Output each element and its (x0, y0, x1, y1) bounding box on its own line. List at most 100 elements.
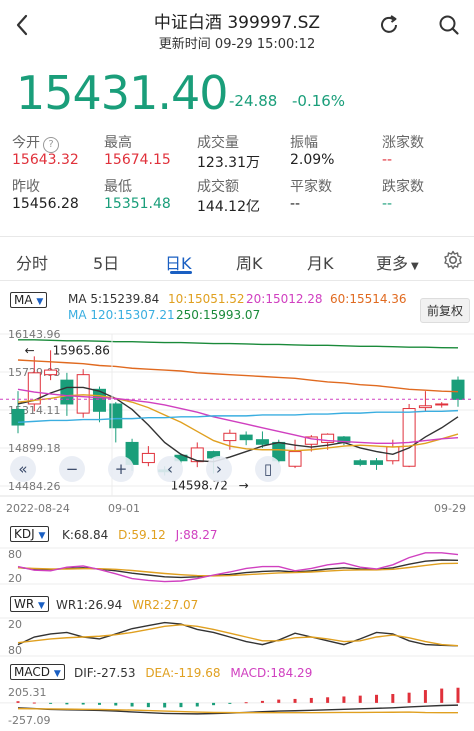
macd-bar (244, 702, 248, 704)
macd-bar (309, 697, 313, 703)
wr2-line (17, 624, 459, 647)
macd-selector-label: MACD (14, 665, 50, 679)
macd-bar (179, 702, 183, 708)
candle-body (418, 405, 432, 409)
wr-selector-label: WR (14, 597, 35, 611)
price-change: -24.88 (229, 92, 278, 110)
candle-body (141, 452, 155, 464)
macd-bar (130, 702, 134, 707)
kdj-k-value: K:68.84 (62, 528, 109, 542)
ma-legend-item: MA 5:15239.84 (68, 292, 160, 306)
candle-body (44, 369, 58, 376)
adjust-price-button[interactable]: 前复权 (420, 298, 471, 323)
stat-label: 平家数 (290, 176, 332, 196)
stat-label: 最低 (104, 176, 132, 196)
tab-monthly-k[interactable]: 月K (307, 250, 334, 274)
stat-value: -- (382, 196, 393, 212)
tab-5day[interactable]: 5日 (93, 250, 119, 274)
candle-body (451, 379, 465, 400)
macd-bar (228, 702, 232, 704)
current-price: 15431.40 (16, 66, 228, 120)
tab-weekly-k[interactable]: 周K (236, 250, 263, 274)
macd-bar (114, 702, 118, 706)
wr2-value: WR2:27.07 (132, 598, 199, 612)
refresh-icon[interactable] (376, 12, 402, 38)
wr1-line (17, 621, 459, 647)
macd-bar (195, 702, 199, 707)
candle-body (402, 408, 416, 467)
ma-legend-item: 20:15012.28 (246, 292, 323, 306)
stat-value: 123.31万 (197, 155, 260, 171)
ma-legend-item: 10:15051.52 (168, 292, 245, 306)
stat-label: 跌家数 (382, 176, 424, 196)
macd-bar (16, 701, 20, 703)
search-icon[interactable] (436, 12, 462, 38)
macd-bar (49, 702, 53, 704)
y-axis-label: 16143.96 (8, 328, 61, 341)
macd-selector[interactable]: MACD ▼ (10, 664, 65, 680)
candlestick-chart[interactable]: 16143.9615729.0315314.1114899.1814484.26… (0, 326, 474, 526)
tab-fenshi[interactable]: 分时 (16, 250, 48, 274)
stat-label-text: 平家数 (290, 179, 332, 195)
high-annotation: 15965.86 (53, 343, 110, 357)
stat-label-text: 成交额 (197, 179, 239, 195)
help-circle-icon[interactable]: ? (43, 137, 59, 153)
scroll-left-icon[interactable]: « (10, 456, 36, 482)
macd-value: MACD:184.29 (230, 666, 313, 680)
macd-bar (326, 697, 330, 703)
macd-bar (32, 702, 36, 704)
dropdown-triangle-icon: ▼ (36, 297, 44, 307)
stat-label: 振幅 (290, 132, 318, 152)
stat-label: 涨家数 (382, 132, 424, 152)
dropdown-triangle-icon: ▼ (53, 669, 61, 679)
kdj-selector-label: KDJ (14, 527, 35, 541)
stat-value: 15456.28 (12, 196, 79, 212)
stat-label-text: 跌家数 (382, 179, 424, 195)
stat-value: 15674.15 (104, 152, 171, 168)
zoom-out-icon[interactable]: − (59, 456, 85, 482)
kdj-j-value: J:88.27 (175, 528, 218, 542)
y-axis-label: 20 (8, 572, 22, 585)
macd-bar (440, 688, 444, 703)
candle-body (370, 460, 384, 465)
zoom-in-icon[interactable]: + (108, 456, 134, 482)
update-time-line: 更新时间 09-29 15:00:12 (0, 33, 474, 52)
high-annotation-arrow: ← (25, 343, 35, 357)
crosshair-toggle-icon[interactable]: ▯ (255, 456, 281, 482)
candle-body (353, 460, 367, 465)
x-axis-label: 2022-08-24 (6, 502, 70, 515)
kdj-selector[interactable]: KDJ ▼ (10, 526, 50, 542)
wr-selector[interactable]: WR ▼ (10, 596, 49, 612)
step-back-icon[interactable]: ‹ (157, 456, 183, 482)
wr1-value: WR1:26.94 (56, 598, 123, 612)
stat-label-text: 最低 (104, 179, 132, 195)
stat-label: 成交量 (197, 132, 239, 152)
stat-value: 144.12亿 (197, 199, 260, 215)
ma-selector[interactable]: MA ▼ (10, 292, 48, 308)
macd-bar (391, 693, 395, 703)
y-axis-label: 14899.18 (8, 442, 61, 455)
macd-bar (97, 702, 101, 705)
macd-bar (423, 690, 427, 703)
divider (0, 236, 474, 237)
stat-label-text: 成交量 (197, 135, 239, 151)
macd-bar (358, 695, 362, 703)
update-time: 09-29 15:00:12 (214, 37, 316, 52)
ma-legend-item: MA 120:15307.21 (68, 308, 175, 322)
macd-bar (293, 698, 297, 703)
page-title: 中证白酒 399997.SZ (153, 13, 321, 33)
stat-label: 成交额 (197, 176, 239, 196)
candle-body (435, 403, 449, 406)
settings-gear-icon[interactable] (442, 249, 464, 275)
ma-legend-item: 60:15514.36 (330, 292, 407, 306)
candle-body (288, 451, 302, 467)
tab-more[interactable]: 更多 ▼ (376, 250, 419, 274)
macd-legend: DIF:-27.53 DEA:-119.68 MACD:184.29 (74, 666, 312, 680)
dropdown-triangle-icon: ▼ (38, 531, 46, 541)
kdj-chart: 80 20 (0, 547, 474, 585)
tab-more-label: 更多 (376, 254, 409, 273)
step-forward-icon[interactable]: › (206, 456, 232, 482)
macd-dea-value: DEA:-119.68 (145, 666, 221, 680)
macd-bar (260, 700, 264, 703)
macd-bar (81, 702, 85, 705)
